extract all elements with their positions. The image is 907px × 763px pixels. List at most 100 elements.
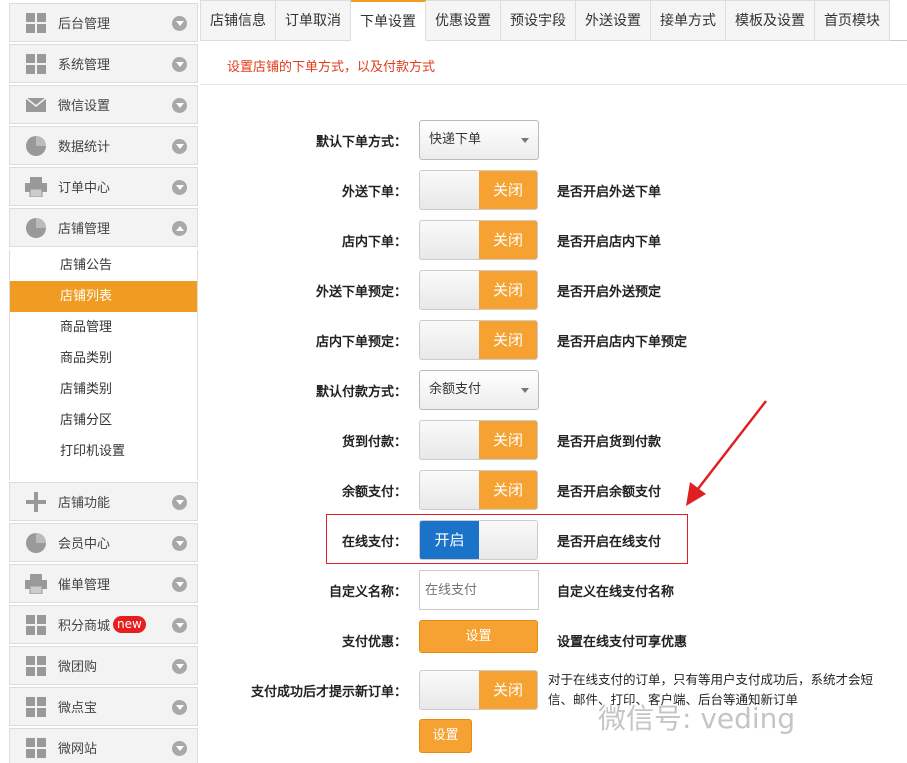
toggle-state: 关闭 — [479, 471, 537, 509]
notify-after-pay-toggle[interactable]: 关闭 — [419, 670, 538, 710]
submenu-item-store-list[interactable]: 店铺列表 — [10, 281, 197, 312]
sidebar-item-label: 订单中心 — [58, 181, 111, 196]
mail-icon — [25, 94, 47, 116]
notify-settings-button[interactable]: 设置 — [419, 719, 472, 753]
sidebar-item-label: 数据统计 — [58, 140, 111, 155]
pay-discount-settings-button[interactable]: 设置 — [419, 620, 538, 653]
instore-reserve-label: 店内下单预定： — [315, 335, 407, 350]
sidebar-item-label: 店铺管理 — [58, 222, 111, 237]
arrow-annotation-icon — [686, 400, 767, 506]
instore-order-hint: 是否开启店内下单 — [557, 235, 662, 250]
tab-discount-settings[interactable]: 优惠设置 — [426, 0, 501, 41]
pie-chart-icon — [25, 532, 47, 554]
sidebar-item-label: 会员中心 — [58, 537, 111, 552]
toggle-state: 开启 — [420, 521, 479, 559]
tab-order-settings[interactable]: 下单设置 — [351, 0, 426, 41]
sidebar-item-label: 微点宝 — [58, 701, 98, 716]
sidebar-item-stats[interactable]: 数据统计 — [9, 126, 198, 165]
chevron-down-icon — [172, 741, 187, 756]
grid-icon — [25, 12, 47, 34]
sidebar-item-members[interactable]: 会员中心 — [9, 523, 198, 562]
tab-preset-fields[interactable]: 预设宇段 — [501, 0, 576, 41]
order-mode-label: 默认下单方式： — [315, 135, 407, 150]
sidebar-item-store-functions[interactable]: 店铺功能 — [9, 482, 198, 521]
online-pay-hint: 是否开启在线支付 — [557, 535, 662, 550]
chevron-down-icon — [172, 495, 187, 510]
submenu-item-printer[interactable]: 打印机设置 — [10, 436, 197, 467]
sidebar-item-system[interactable]: 系统管理 — [9, 44, 198, 83]
sidebar: 后台管理 系统管理 微信设置 数据统计 订单中心 店铺管理 店铺公告 店铺列表 … — [0, 0, 199, 763]
sidebar-item-microsite[interactable]: 微网站 — [9, 728, 198, 763]
grid-icon — [25, 614, 47, 636]
pie-chart-icon — [25, 135, 47, 157]
delivery-order-toggle[interactable]: 关闭 — [419, 170, 538, 210]
chevron-down-icon — [172, 139, 187, 154]
watermark: 微信号: veding — [598, 702, 796, 735]
toggle-state: 关闭 — [479, 321, 537, 359]
order-mode-value: 快递下单 — [429, 132, 482, 147]
delivery-reserve-hint: 是否开启外送预定 — [557, 285, 662, 300]
chevron-down-icon — [172, 659, 187, 674]
sidebar-item-orders[interactable]: 订单中心 — [9, 167, 198, 206]
toggle-state: 关闭 — [479, 671, 537, 709]
balance-pay-label: 余额支付： — [341, 485, 407, 500]
sidebar-item-points-mall[interactable]: 积分商城 new — [9, 605, 198, 644]
sidebar-item-backend[interactable]: 后台管理 — [9, 3, 198, 42]
instore-reserve-hint: 是否开启店内下单预定 — [557, 335, 688, 350]
toggle-state: 关闭 — [479, 421, 537, 459]
online-pay-label: 在线支付： — [341, 535, 407, 550]
pay-mode-select[interactable]: 余额支付 — [419, 370, 539, 410]
cod-label: 货到付款： — [341, 435, 407, 450]
sidebar-item-label: 店铺功能 — [58, 496, 111, 511]
grid-icon — [25, 696, 47, 718]
online-pay-toggle[interactable]: 开启 — [419, 520, 538, 560]
sidebar-item-label: 系统管理 — [58, 58, 111, 73]
cod-toggle[interactable]: 关闭 — [419, 420, 538, 460]
balance-pay-toggle[interactable]: 关闭 — [419, 470, 538, 510]
instore-reserve-toggle[interactable]: 关闭 — [419, 320, 538, 360]
new-badge: new — [113, 616, 146, 633]
sidebar-item-label: 后台管理 — [58, 17, 111, 32]
balance-pay-hint: 是否开启余额支付 — [557, 485, 662, 500]
submenu-item-goods[interactable]: 商品管理 — [10, 312, 197, 343]
tab-templates[interactable]: 模板及设置 — [726, 0, 815, 41]
chevron-down-icon — [172, 700, 187, 715]
sidebar-item-label: 微团购 — [58, 660, 98, 675]
pie-chart-icon — [25, 217, 47, 239]
instore-order-toggle[interactable]: 关闭 — [419, 220, 538, 260]
caret-down-icon — [521, 388, 529, 393]
sidebar-item-label: 微网站 — [58, 742, 98, 757]
tab-home-modules[interactable]: 首页模块 — [815, 0, 890, 41]
order-mode-select[interactable]: 快递下单 — [419, 120, 539, 160]
chevron-down-icon — [172, 618, 187, 633]
submenu-item-store-notice[interactable]: 店铺公告 — [10, 250, 197, 281]
sidebar-item-dianbao[interactable]: 微点宝 — [9, 687, 198, 726]
toggle-state: 关闭 — [479, 171, 537, 209]
settings-tabs: 店铺信息 订单取消 下单设置 优惠设置 预设宇段 外送设置 接单方式 模板及设置… — [200, 0, 907, 41]
caret-down-icon — [521, 138, 529, 143]
submenu-item-store-category[interactable]: 店铺类别 — [10, 374, 197, 405]
tab-order-cancel[interactable]: 订单取消 — [276, 0, 351, 41]
pay-mode-value: 余额支付 — [429, 382, 482, 397]
printer-icon — [25, 176, 47, 198]
submenu-item-store-area[interactable]: 店铺分区 — [10, 405, 197, 436]
cod-hint: 是否开启货到付款 — [557, 435, 662, 450]
pay-discount-hint: 设置在线支付可享优惠 — [557, 635, 688, 650]
sidebar-item-store[interactable]: 店铺管理 — [9, 208, 198, 247]
grid-icon — [25, 53, 47, 75]
tab-store-info[interactable]: 店铺信息 — [200, 0, 276, 41]
chevron-down-icon — [172, 180, 187, 195]
toggle-state: 关闭 — [479, 221, 537, 259]
delivery-order-label: 外送下单： — [341, 185, 407, 200]
custom-name-input[interactable] — [419, 570, 539, 610]
sidebar-item-label: 催单管理 — [58, 578, 111, 593]
sidebar-item-wechat[interactable]: 微信设置 — [9, 85, 198, 124]
sidebar-item-group-buy[interactable]: 微团购 — [9, 646, 198, 685]
sidebar-item-reminders[interactable]: 催单管理 — [9, 564, 198, 603]
chevron-down-icon — [172, 16, 187, 31]
grid-icon — [25, 655, 47, 677]
tab-delivery-settings[interactable]: 外送设置 — [576, 0, 651, 41]
delivery-reserve-toggle[interactable]: 关闭 — [419, 270, 538, 310]
tab-accept-mode[interactable]: 接单方式 — [651, 0, 726, 41]
submenu-item-goods-category[interactable]: 商品类别 — [10, 343, 197, 374]
